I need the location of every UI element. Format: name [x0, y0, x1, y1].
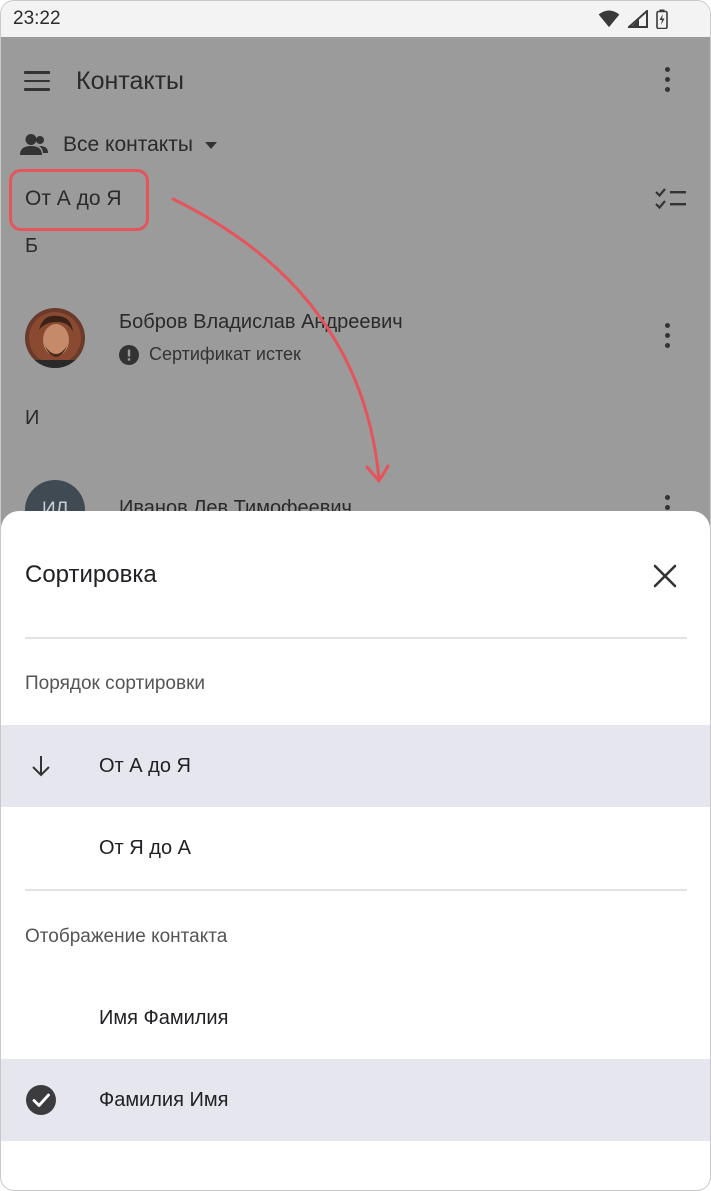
- sort-option-label: От Я до А: [99, 836, 191, 859]
- certificate-status-text: Сертификат истек: [149, 344, 301, 364]
- sort-option-label: От А до Я: [99, 754, 191, 777]
- signal-icon: [628, 10, 648, 28]
- more-vert-icon[interactable]: [657, 323, 677, 351]
- display-section-label: Отображение контакта: [25, 926, 228, 947]
- contacts-filter-dropdown[interactable]: Все контакты: [19, 129, 217, 161]
- app-bar: Контакты: [1, 37, 710, 125]
- sheet-title: Сортировка: [25, 561, 157, 588]
- wifi-icon: [598, 10, 620, 28]
- warning-icon: [119, 344, 139, 365]
- battery-icon: [656, 9, 668, 29]
- device-frame: 23:22 Контакты Все контакты От А до Я Б …: [0, 0, 711, 1191]
- display-option-label: Имя Фамилия: [99, 1006, 229, 1029]
- avatar: [25, 308, 85, 368]
- status-icons: [598, 9, 668, 29]
- section-letter: Б: [25, 235, 39, 257]
- status-time: 23:22: [13, 8, 61, 29]
- display-option-first-last[interactable]: Имя Фамилия: [1, 977, 710, 1059]
- check-circle-icon: [25, 1084, 57, 1116]
- divider: [25, 637, 687, 639]
- close-icon[interactable]: [648, 559, 682, 593]
- filter-label: Все контакты: [63, 133, 193, 156]
- sort-option-z-a[interactable]: От Я до А: [1, 807, 710, 889]
- sort-order-section-label: Порядок сортировки: [25, 673, 206, 694]
- arrow-down-icon: [25, 750, 57, 782]
- display-option-label: Фамилия Имя: [99, 1088, 229, 1111]
- sort-option-a-z[interactable]: От А до Я: [1, 725, 710, 807]
- divider: [25, 889, 687, 891]
- status-bar: 23:22: [1, 1, 710, 37]
- certificate-status: Сертификат истек: [119, 344, 301, 365]
- contact-row[interactable]: Бобров Владислав Андреевич Сертификат ис…: [1, 297, 710, 377]
- caret-down-icon: [204, 141, 217, 149]
- checklist-icon[interactable]: [655, 187, 687, 213]
- sort-bottom-sheet: Сортировка Порядок сортировки От А до Я …: [1, 511, 710, 1190]
- section-letter: И: [25, 407, 40, 429]
- sort-order-button[interactable]: От А до Я: [25, 187, 122, 211]
- contact-name: Бобров Владислав Андреевич: [119, 311, 403, 333]
- menu-icon[interactable]: [24, 71, 50, 91]
- page-title: Контакты: [76, 67, 184, 95]
- display-option-last-first[interactable]: Фамилия Имя: [1, 1059, 710, 1141]
- contacts-group-icon: [20, 134, 48, 155]
- more-vert-icon[interactable]: [657, 67, 677, 95]
